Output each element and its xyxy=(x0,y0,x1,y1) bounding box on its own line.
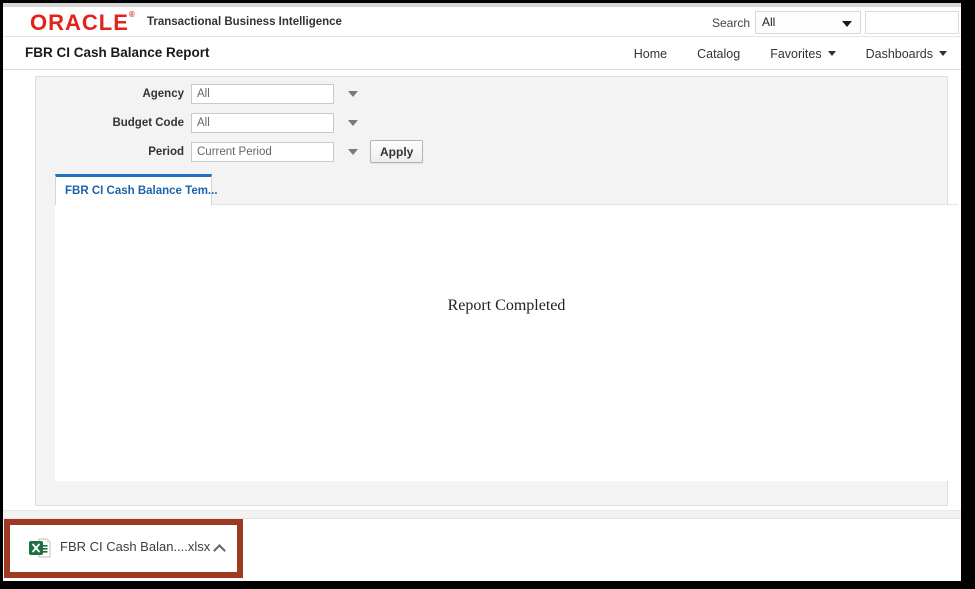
report-title-bar: FBR CI Cash Balance Report Home Catalog … xyxy=(3,37,961,70)
filter-row-budget-code: Budget Code xyxy=(36,112,358,133)
chevron-up-icon[interactable] xyxy=(213,544,226,557)
global-nav: Home Catalog Favorites Dashboards xyxy=(634,37,951,70)
nav-dashboards[interactable]: Dashboards xyxy=(866,47,947,61)
budget-code-dropdown-icon[interactable] xyxy=(348,119,358,126)
budget-code-label: Budget Code xyxy=(112,116,184,129)
search-input[interactable] xyxy=(865,11,959,34)
search-scope-select[interactable]: All xyxy=(755,11,861,34)
page-title: FBR CI Cash Balance Report xyxy=(25,45,210,60)
nav-catalog-label: Catalog xyxy=(697,46,741,61)
chevron-down-icon xyxy=(842,21,852,27)
download-item[interactable]: FBR CI Cash Balan....xlsx xyxy=(3,519,243,578)
tab-fbr-ci-cash-balance-template[interactable]: FBR CI Cash Balance Tem... xyxy=(55,174,218,205)
oracle-logo: ORACLE® xyxy=(30,10,136,36)
nav-home-label: Home xyxy=(633,46,668,61)
product-name: Transactional Business Intelligence xyxy=(147,16,342,28)
period-field[interactable] xyxy=(191,141,334,162)
browser-viewport: ORACLE® Transactional Business Intellige… xyxy=(3,3,961,581)
screenshot-frame: ORACLE® Transactional Business Intellige… xyxy=(0,0,975,589)
tab-label: FBR CI Cash Balance Tem... xyxy=(65,185,218,197)
period-dropdown-icon[interactable] xyxy=(348,148,358,155)
excel-file-icon xyxy=(29,538,51,558)
nav-home[interactable]: Home xyxy=(634,47,667,61)
nav-favorites-label: Favorites xyxy=(770,46,822,61)
budget-code-field[interactable] xyxy=(191,112,334,133)
page-bottom-strip xyxy=(3,510,961,519)
search-scope-value: All xyxy=(762,15,776,29)
nav-favorites[interactable]: Favorites xyxy=(770,46,836,61)
filter-row-period: Period Apply xyxy=(36,140,424,163)
filter-row-agency: Agency xyxy=(36,83,358,104)
registered-mark-icon: ® xyxy=(128,10,136,19)
nav-catalog[interactable]: Catalog xyxy=(697,47,740,61)
oracle-logo-text: ORACLE xyxy=(30,10,129,35)
agency-dropdown-icon[interactable] xyxy=(348,90,358,97)
report-status-text: Report Completed xyxy=(447,297,566,314)
chevron-down-icon xyxy=(827,51,836,56)
apply-button[interactable]: Apply xyxy=(370,140,424,163)
agency-field[interactable] xyxy=(191,83,334,104)
download-shelf: FBR CI Cash Balan....xlsx xyxy=(3,519,961,581)
nav-dashboards-label: Dashboards xyxy=(865,46,933,61)
download-file-name: FBR CI Cash Balan....xlsx xyxy=(60,539,211,554)
report-content-area: Report Completed xyxy=(55,204,958,481)
chevron-down-icon xyxy=(939,51,947,56)
period-label: Period xyxy=(148,145,184,158)
search-label: Search xyxy=(712,16,751,30)
agency-label: Agency xyxy=(142,87,184,100)
app-header: ORACLE® Transactional Business Intellige… xyxy=(3,7,961,37)
